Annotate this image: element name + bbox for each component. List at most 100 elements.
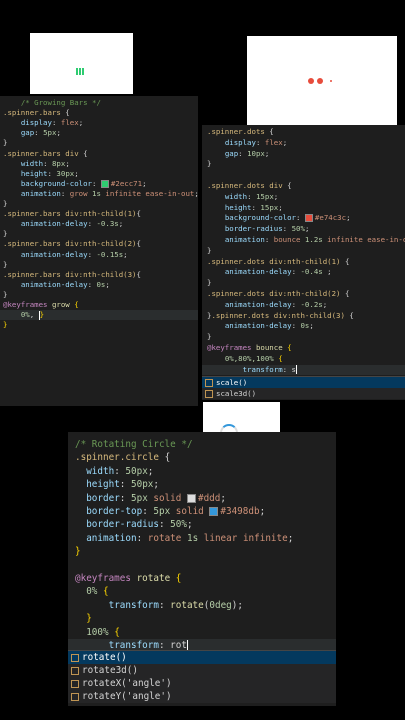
code-line[interactable]: .spinner.bars { <box>0 108 198 118</box>
color-swatch[interactable] <box>209 507 219 516</box>
code-line[interactable]: } <box>0 320 198 330</box>
code-token: @keyframes <box>207 343 252 352</box>
code-line[interactable]: .spinner.bars div { <box>0 149 198 159</box>
code-line[interactable]: } <box>202 278 405 288</box>
code-line[interactable]: width: 15px; <box>202 192 405 202</box>
code-line[interactable]: 0%, } <box>0 310 198 321</box>
code-line[interactable]: width: 50px; <box>68 465 336 479</box>
code-line[interactable]: height: 50px; <box>68 478 336 492</box>
code-line[interactable]: 0%,80%,100% { <box>202 354 405 364</box>
color-swatch[interactable] <box>100 179 109 188</box>
text-cursor <box>296 365 298 375</box>
code-line[interactable]: } <box>0 199 198 209</box>
code-line[interactable]: .spinner.bars div:nth-child(2){ <box>0 239 198 249</box>
code-token: 50px <box>131 479 154 491</box>
code-token: 1s <box>186 532 199 544</box>
code-token: flex <box>60 118 79 128</box>
code-token: : <box>238 148 248 158</box>
circle-code-editor[interactable]: /* Rotating Circle */.spinner.circle { w… <box>68 432 336 706</box>
autocomplete-label: rotateY('angle') <box>82 691 172 702</box>
code-token: ; <box>304 224 310 234</box>
code-line[interactable]: height: 15px; <box>202 203 405 213</box>
autocomplete-item[interactable]: scale3d() <box>202 388 405 399</box>
code-line[interactable]: } <box>202 332 405 342</box>
code-line[interactable]: }.spinner.dots div:nth-child(3) { <box>202 311 405 321</box>
autocomplete-dropdown[interactable]: scale() scale3d() <box>202 376 405 399</box>
code-line[interactable]: 0% { <box>68 585 336 599</box>
code-line[interactable]: } <box>202 246 405 256</box>
code-line[interactable]: @keyframes grow { <box>0 300 198 310</box>
code-line[interactable]: animation: grow 1s infinite ease-in-out; <box>0 189 198 199</box>
code-token: grow <box>69 188 93 198</box>
color-swatch[interactable] <box>304 214 313 223</box>
code-line[interactable]: animation: bounce 1.2s infinite ease-in-… <box>202 235 405 245</box>
code-line[interactable] <box>202 170 405 180</box>
code-token: { <box>340 289 350 298</box>
code-line[interactable]: transform: s <box>202 364 405 375</box>
code-line[interactable]: gap: 10px; <box>202 149 405 159</box>
code-line[interactable]: border-top: 5px solid #3498db; <box>68 505 336 519</box>
code-token: : <box>92 178 101 188</box>
code-line[interactable]: .spinner.circle { <box>68 451 336 465</box>
autocomplete-item[interactable]: rotateY('angle') <box>68 690 336 703</box>
code-line[interactable]: animation-delay: -0.15s; <box>0 250 198 260</box>
code-token: : <box>43 158 52 168</box>
code-line[interactable]: display: flex; <box>202 138 405 148</box>
code-line[interactable]: border-radius: 50%; <box>202 224 405 234</box>
code-line[interactable]: display: flex; <box>0 118 198 128</box>
autocomplete-dropdown[interactable]: rotate() rotate3d() rotateX('angle') rotate… <box>68 650 336 703</box>
code-line[interactable]: .spinner.dots div:nth-child(2) { <box>202 289 405 299</box>
code-token: { <box>114 626 120 638</box>
code-token: } <box>3 259 8 269</box>
code-line[interactable]: animation-delay: -0.3s; <box>0 219 198 229</box>
code-line[interactable]: animation: rotate 1s linear infinite; <box>68 532 336 546</box>
code-token: -0.3s <box>96 219 119 229</box>
code-line[interactable]: animation-delay: -0.2s; <box>202 300 405 310</box>
code-line[interactable]: } <box>68 612 336 626</box>
code-line[interactable]: width: 8px; <box>0 159 198 169</box>
code-line[interactable] <box>68 559 336 573</box>
code-line[interactable]: .spinner.dots { <box>202 127 405 137</box>
code-line[interactable]: } <box>0 229 198 239</box>
code-line[interactable]: animation-delay: 0s; <box>202 321 405 331</box>
code-line[interactable]: animation-delay: -0.4s ; <box>202 267 405 277</box>
code-line[interactable]: .spinner.bars div:nth-child(3){ <box>0 270 198 280</box>
code-line[interactable]: .spinner.dots div:nth-child(1) { <box>202 257 405 267</box>
code-line[interactable]: border-radius: 50%; <box>68 518 336 532</box>
code-line[interactable]: } <box>202 159 405 169</box>
code-line[interactable]: @keyframes bounce { <box>202 343 405 353</box>
bars-preview <box>30 33 133 94</box>
code-line[interactable]: background-color: #2ecc71; <box>0 179 198 189</box>
code-line[interactable]: /* Rotating Circle */ <box>68 438 336 452</box>
code-line[interactable]: animation-delay: 0s; <box>0 280 198 290</box>
code-line[interactable]: 100% { <box>68 626 336 640</box>
autocomplete-item[interactable]: rotateX('angle') <box>68 677 336 690</box>
code-line[interactable]: /* Growing Bars */ <box>0 98 198 108</box>
code-line[interactable]: } <box>0 290 198 300</box>
bars-code-editor[interactable]: /* Growing Bars */.spinner.bars { displa… <box>0 96 198 406</box>
code-line[interactable]: .spinner.bars div:nth-child(1){ <box>0 209 198 219</box>
code-line[interactable]: gap: 5px; <box>0 128 198 138</box>
color-swatch[interactable] <box>186 493 196 503</box>
code-line[interactable]: .spinner.dots div { <box>202 181 405 191</box>
autocomplete-item[interactable]: rotate() <box>68 651 336 664</box>
dots-code-editor[interactable]: .spinner.dots { display: flex; gap: 10px… <box>202 125 405 400</box>
code-token: bounce <box>273 235 305 244</box>
autocomplete-item[interactable]: rotate3d() <box>68 664 336 677</box>
code-line[interactable]: } <box>0 260 198 270</box>
code-token: grow <box>47 300 75 309</box>
code-line[interactable]: border: 5px solid #ddd; <box>68 492 336 506</box>
code-line[interactable]: @keyframes rotate { <box>68 572 336 586</box>
code-token: height <box>86 479 120 491</box>
code-line[interactable]: } <box>0 138 198 148</box>
code-line[interactable]: } <box>68 545 336 559</box>
code-line[interactable]: background-color: #e74c3c; <box>202 213 405 223</box>
code-line[interactable]: transform: rotate(0deg); <box>68 599 336 613</box>
autocomplete-label: rotate() <box>82 652 127 663</box>
code-line[interactable]: height: 30px; <box>0 169 198 179</box>
code-token: -0.15s <box>96 249 124 259</box>
autocomplete-item[interactable]: scale() <box>202 377 405 388</box>
